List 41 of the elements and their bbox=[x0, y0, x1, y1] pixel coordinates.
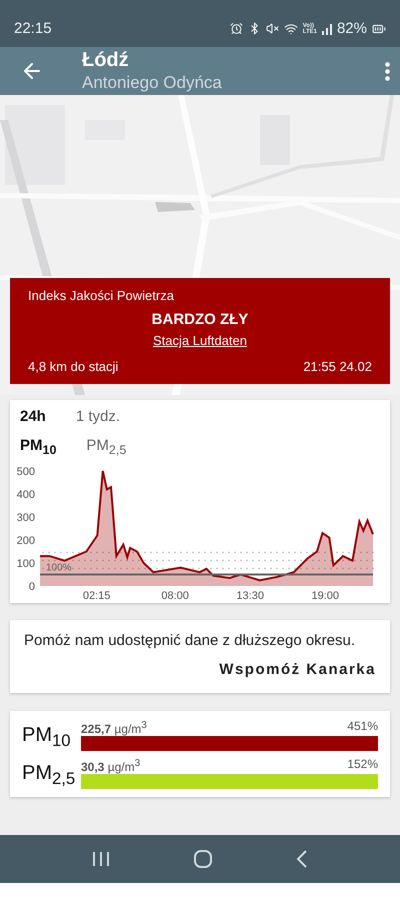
pollutant-label: PM$_{2,5}$ bbox=[22, 762, 76, 789]
x-tick-label: 08:00 bbox=[161, 590, 189, 602]
recent-apps-button[interactable] bbox=[92, 851, 110, 867]
x-tick-label: 02:15 bbox=[82, 590, 110, 602]
x-tick-label: 19:00 bbox=[311, 590, 339, 602]
station-link[interactable]: Stacja Luftdaten bbox=[153, 333, 247, 348]
pollutant-tab[interactable]: PM$_{2,5}$ bbox=[86, 437, 126, 457]
quality-rating: BARDZO ZŁY bbox=[152, 311, 248, 328]
street-subtitle: Antoniego Odyńca bbox=[82, 72, 223, 94]
norm-percent: 152% bbox=[347, 757, 378, 773]
station-distance: 4,8 km do stacji bbox=[28, 359, 118, 374]
period-tab[interactable]: 24h bbox=[20, 408, 46, 425]
pollutant-label: PM$_{10}$ bbox=[22, 724, 72, 751]
battery-percent: 82% bbox=[336, 20, 367, 37]
home-button[interactable] bbox=[194, 850, 212, 868]
more-menu-button[interactable] bbox=[385, 62, 390, 80]
more-dots-icon bbox=[385, 62, 390, 80]
y-tick-label: 100 bbox=[16, 558, 35, 570]
promo-text: Pomóż nam udostępnić dane z dłuższego okresu. bbox=[23, 631, 356, 649]
norm-percent: 451% bbox=[347, 719, 378, 735]
mute-icon bbox=[266, 22, 279, 35]
pollutant-tab[interactable]: PM$_{10}$ bbox=[20, 437, 56, 457]
norm-label: 100% bbox=[46, 562, 72, 574]
period-tab[interactable]: 1 tydz. bbox=[76, 408, 120, 425]
alarm-icon bbox=[230, 22, 243, 35]
clock-time: 22:15 bbox=[14, 20, 52, 37]
y-tick-label: 400 bbox=[16, 489, 35, 501]
city-title: Łódź bbox=[82, 48, 130, 72]
wifi-icon bbox=[284, 22, 298, 36]
y-tick-label: 300 bbox=[16, 512, 35, 524]
update-time: 21:55 24.02 bbox=[303, 359, 372, 374]
index-title: Indeks Jakości Powietrza bbox=[28, 288, 175, 303]
back-nav-button[interactable] bbox=[296, 850, 308, 868]
concentration-value: 225,7 µg/m$^{3}$ bbox=[81, 719, 147, 736]
support-button[interactable]: Wspomóż Kanarka bbox=[219, 661, 376, 678]
signal-icon bbox=[322, 22, 332, 34]
y-tick-label: 0 bbox=[28, 581, 35, 593]
concentration-value: 30,3 µg/m$^{3}$ bbox=[81, 757, 140, 774]
x-tick-label: 13:30 bbox=[236, 590, 264, 602]
y-tick-label: 200 bbox=[16, 535, 35, 547]
y-tick-label: 500 bbox=[16, 466, 35, 478]
